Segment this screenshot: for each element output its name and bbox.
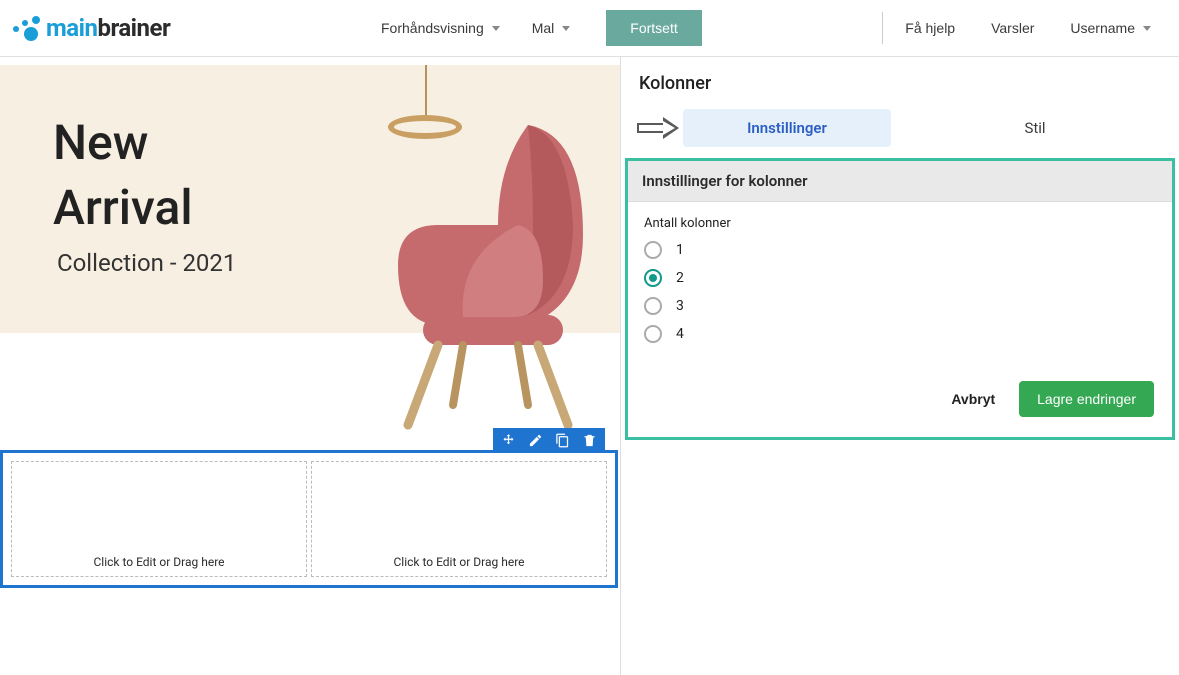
- caret-down-icon: [562, 26, 570, 31]
- settings-panel: Kolonner Innstillinger Stil Innstillinge…: [620, 57, 1179, 675]
- settings-actions: Avbryt Lagre endringer: [628, 371, 1172, 437]
- radio-label: 2: [676, 270, 684, 286]
- username-dropdown[interactable]: Username: [1052, 10, 1169, 46]
- column-dropzone-1[interactable]: Click to Edit or Drag here: [11, 461, 307, 577]
- settings-body: Antall kolonner 1 2 3 4: [628, 202, 1172, 371]
- preview-label: Forhåndsvisning: [381, 20, 484, 36]
- preview-dropdown[interactable]: Forhåndsvisning: [365, 11, 516, 45]
- settings-subheader: Innstillinger for kolonner: [628, 161, 1172, 202]
- move-icon: [501, 433, 516, 448]
- radio-option-1[interactable]: 1: [644, 241, 1156, 259]
- panel-title: Kolonner: [621, 57, 1179, 102]
- editor-canvas: New Arrival Collection - 2021: [0, 57, 620, 675]
- save-button[interactable]: Lagre endringer: [1019, 381, 1154, 417]
- pencil-icon: [528, 433, 543, 448]
- panel-tabs: Innstillinger Stil: [621, 108, 1179, 148]
- column-dropzone-2[interactable]: Click to Edit or Drag here: [311, 461, 607, 577]
- radio-icon: [644, 297, 662, 315]
- edit-button[interactable]: [526, 431, 545, 450]
- tab-settings[interactable]: Innstillinger: [683, 109, 891, 147]
- copy-icon: [555, 433, 570, 448]
- template-label: Mal: [532, 20, 555, 36]
- radio-label: 4: [676, 326, 684, 342]
- radio-label: 3: [676, 298, 684, 314]
- move-button[interactable]: [499, 431, 518, 450]
- delete-button[interactable]: [580, 431, 599, 450]
- radio-icon: [644, 325, 662, 343]
- logo[interactable]: mainbrainer: [12, 14, 170, 42]
- arrow-callout-icon: [635, 117, 681, 139]
- alerts-link[interactable]: Varsler: [973, 10, 1052, 46]
- continue-button[interactable]: Fortsett: [606, 10, 701, 46]
- hero-block[interactable]: New Arrival Collection - 2021: [0, 65, 620, 333]
- top-bar: mainbrainer Forhåndsvisning Mal Fortsett…: [0, 0, 1179, 57]
- columns-block-selected[interactable]: Click to Edit or Drag here Click to Edit…: [0, 450, 618, 588]
- caret-down-icon: [1143, 26, 1151, 31]
- radio-icon-checked: [644, 269, 662, 287]
- field-label-columns: Antall kolonner: [644, 216, 1156, 231]
- radio-icon: [644, 241, 662, 259]
- columns-inner: Click to Edit or Drag here Click to Edit…: [3, 453, 615, 585]
- settings-highlight: Innstillinger for kolonner Antall kolonn…: [625, 158, 1175, 440]
- hero-subtitle: Collection - 2021: [57, 249, 236, 277]
- username-label: Username: [1070, 20, 1135, 36]
- main-area: New Arrival Collection - 2021: [0, 57, 1179, 675]
- duplicate-button[interactable]: [553, 431, 572, 450]
- topbar-center-nav: Forhåndsvisning Mal Fortsett: [365, 10, 702, 46]
- divider: [882, 12, 883, 44]
- tab-style[interactable]: Stil: [891, 109, 1179, 147]
- radio-option-4[interactable]: 4: [644, 325, 1156, 343]
- cancel-button[interactable]: Avbryt: [945, 381, 1001, 417]
- logo-text: mainbrainer: [46, 14, 170, 42]
- template-dropdown[interactable]: Mal: [516, 11, 587, 45]
- trash-icon: [582, 433, 597, 448]
- hero-title: New Arrival: [53, 111, 193, 241]
- chair-graphic: [368, 105, 598, 435]
- topbar-right-nav: Få hjelp Varsler Username: [878, 10, 1169, 46]
- help-link[interactable]: Få hjelp: [887, 10, 973, 46]
- block-toolbar: [493, 428, 605, 453]
- radio-option-3[interactable]: 3: [644, 297, 1156, 315]
- logo-icon: [12, 14, 40, 42]
- radio-label: 1: [676, 242, 684, 258]
- radio-option-2[interactable]: 2: [644, 269, 1156, 287]
- caret-down-icon: [492, 26, 500, 31]
